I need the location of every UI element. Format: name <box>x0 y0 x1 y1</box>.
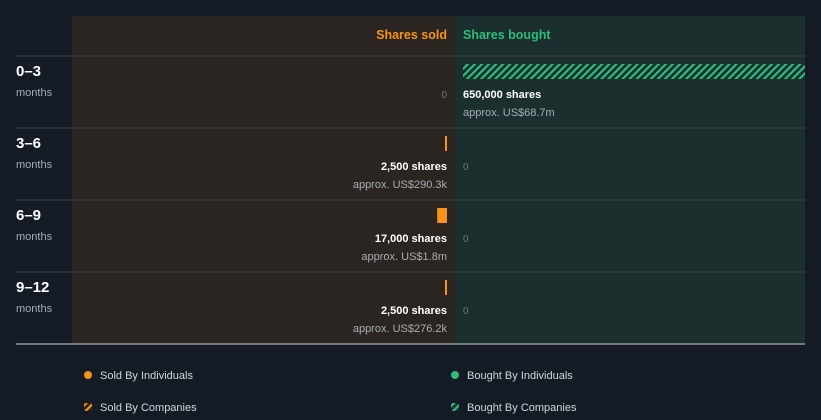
bought-value-label: 650,000 shares <box>463 89 541 101</box>
bar-sold-by-individuals[interactable] <box>437 208 447 223</box>
legend-hatch-icon <box>451 403 459 411</box>
insider-trading-chart: Shares sold Shares bought 0–3 months 0 650,… <box>0 0 821 420</box>
bar-bought-by-companies[interactable] <box>463 64 805 79</box>
legend-label: Bought By Companies <box>467 402 577 414</box>
category-sublabel: months <box>16 87 53 99</box>
sold-header: Shares sold <box>376 28 447 42</box>
legend-dot-icon <box>84 371 92 379</box>
bought-zero-label: 0 <box>463 306 469 317</box>
bought-header: Shares bought <box>463 28 551 42</box>
category-label: 0–3 <box>16 63 41 80</box>
legend-item[interactable]: Bought By Companies <box>451 402 577 414</box>
insider-trading-volume-chart: Shares sold Shares bought 0–3 months 0 650,… <box>16 16 805 414</box>
sold-value-label: 2,500 shares <box>381 161 447 173</box>
category-label: 6–9 <box>16 207 41 224</box>
category-sublabel: months <box>16 231 53 243</box>
legend-item[interactable]: Bought By Individuals <box>451 370 573 382</box>
sold-approx-label: approx. US$290.3k <box>353 179 448 191</box>
legend: Sold By Individuals Bought By Individuals… <box>84 370 577 414</box>
sold-value-label: 17,000 shares <box>375 233 447 245</box>
category-label: 9–12 <box>16 279 49 296</box>
sold-value-label: 2,500 shares <box>381 305 447 317</box>
bar-sold-by-individuals[interactable] <box>445 280 447 295</box>
category-sublabel: months <box>16 303 53 315</box>
bought-zero-label: 0 <box>463 162 469 173</box>
bar-sold-by-individuals[interactable] <box>445 136 447 151</box>
sold-zero-label: 0 <box>441 90 447 101</box>
sold-approx-label: approx. US$276.2k <box>353 323 448 335</box>
legend-label: Sold By Individuals <box>100 370 193 382</box>
legend-label: Sold By Companies <box>100 402 197 414</box>
legend-hatch-icon <box>84 403 92 411</box>
sold-approx-label: approx. US$1.8m <box>361 251 447 263</box>
legend-dot-icon <box>451 371 459 379</box>
bought-approx-label: approx. US$68.7m <box>463 107 555 119</box>
legend-item[interactable]: Sold By Companies <box>84 402 197 414</box>
legend-label: Bought By Individuals <box>467 370 573 382</box>
category-sublabel: months <box>16 159 53 171</box>
category-label: 3–6 <box>16 135 41 152</box>
bought-zero-label: 0 <box>463 234 469 245</box>
legend-item[interactable]: Sold By Individuals <box>84 370 193 382</box>
